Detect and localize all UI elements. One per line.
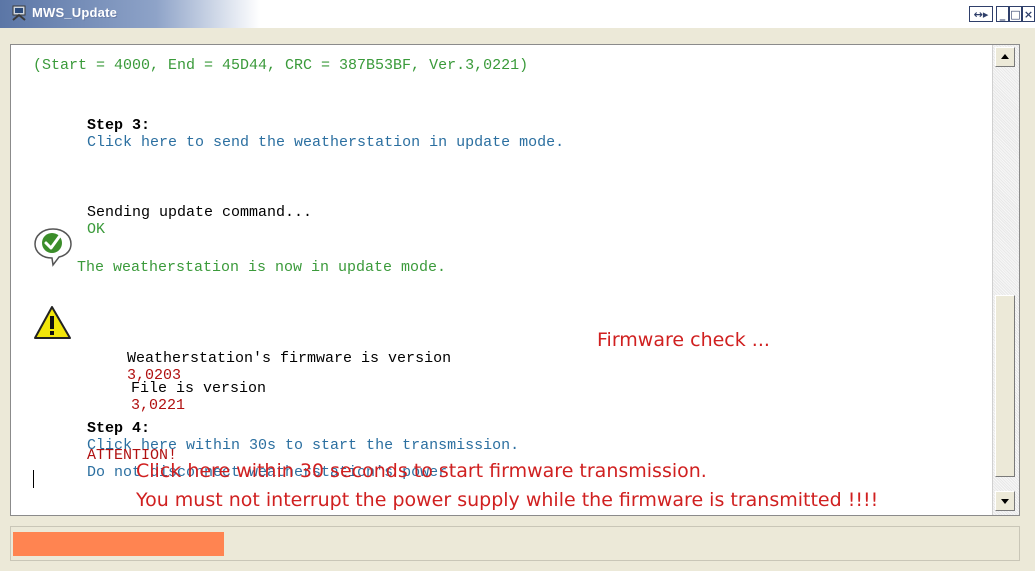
sending-ok: OK [87,221,106,238]
warning-icon [34,306,71,339]
sending-text: Sending update command... [87,204,313,221]
firmware-check-annotation: Firmware check ... [597,329,770,351]
vertical-scrollbar[interactable] [992,45,1019,515]
update-mode-text: The weatherstation is now in update mode… [77,259,447,276]
file-info-line: (Start = 4000, End = 45D44, CRC = 387B53… [33,57,529,74]
checkmark-icon [34,228,72,267]
scroll-up-button[interactable] [995,47,1015,67]
title-bar[interactable]: MWS_Update ↔▸ _ □ × [0,0,1035,28]
log-panel[interactable]: (Start = 4000, End = 45D44, CRC = 387B53… [10,44,1020,516]
log-content: (Start = 4000, End = 45D44, CRC = 387B53… [11,45,986,515]
annotation-line-1[interactable]: Click here within 30 seconds to start fi… [136,460,707,482]
file-version-text: File is version [131,380,267,397]
arrow-up-icon [1001,54,1009,59]
close-button[interactable]: × [1022,6,1035,22]
scroll-down-button[interactable] [995,491,1015,511]
app-icon [12,5,26,21]
step3-line: Step 3: Click here to send the weatherst… [33,100,564,168]
resize-button[interactable]: ↔▸ [969,6,993,22]
window-title: MWS_Update [32,5,118,20]
arrow-down-icon [1001,499,1009,504]
annotation-line-2: You must not interrupt the power supply … [136,489,879,511]
text-caret [33,470,34,488]
window-controls: ↔▸ _ □ × [969,6,1035,22]
step3-link[interactable]: Click here to send the weatherstation in… [87,134,564,151]
maximize-button[interactable]: □ [1009,6,1022,22]
progress-bar [13,532,224,556]
minimize-button[interactable]: _ [996,6,1009,22]
progress-area [10,526,1020,561]
scroll-thumb[interactable] [995,295,1015,477]
step3-label: Step 3: [87,117,151,134]
